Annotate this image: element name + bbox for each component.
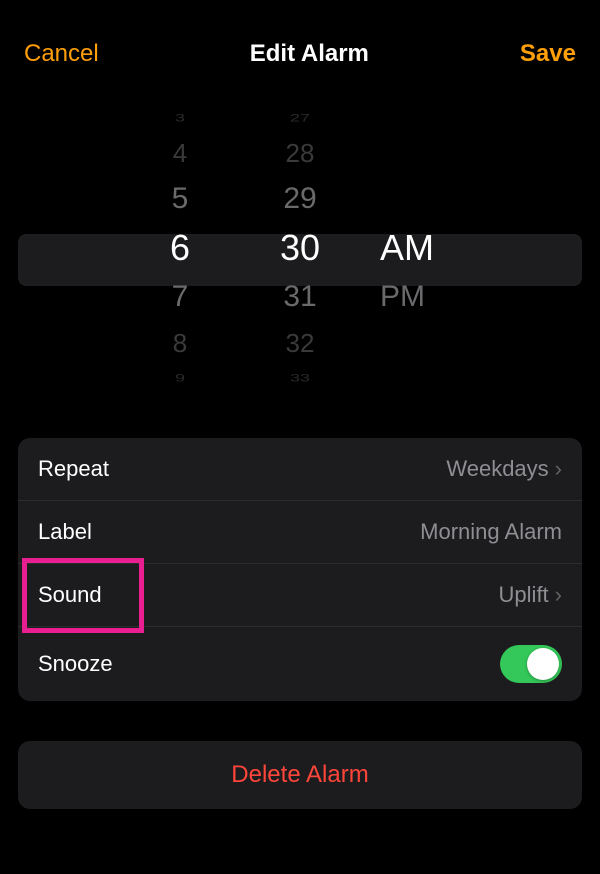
chevron-right-icon: › <box>555 582 562 608</box>
picker-hour-selected: 6 <box>170 222 190 274</box>
picker-minute-item: 29 <box>283 176 316 222</box>
label-value-group: Morning Alarm <box>420 519 562 545</box>
cancel-button[interactable]: Cancel <box>24 40 99 68</box>
chevron-right-icon: › <box>555 456 562 482</box>
sound-label: Sound <box>38 582 102 608</box>
picker-hour-item: 5 <box>172 176 189 222</box>
snooze-label: Snooze <box>38 651 113 677</box>
snooze-row: Snooze <box>18 627 582 701</box>
hour-picker[interactable]: 3 4 5 6 7 8 9 <box>140 98 220 398</box>
picker-minute-item: 32 <box>286 320 315 366</box>
label-label: Label <box>38 519 92 545</box>
picker-ampm-item: PM <box>380 274 460 320</box>
picker-columns: 3 4 5 6 7 8 9 27 28 29 30 31 32 33 AM PM <box>0 98 600 398</box>
time-picker[interactable]: 3 4 5 6 7 8 9 27 28 29 30 31 32 33 AM PM <box>0 98 600 398</box>
save-button[interactable]: Save <box>520 40 576 68</box>
alarm-settings-list: Repeat Weekdays › Label Morning Alarm So… <box>18 438 582 701</box>
ampm-picker[interactable]: AM PM <box>380 98 460 398</box>
page-title: Edit Alarm <box>250 40 369 68</box>
toggle-knob <box>527 648 559 680</box>
repeat-row[interactable]: Repeat Weekdays › <box>18 438 582 501</box>
sound-row[interactable]: Sound Uplift › <box>18 564 582 627</box>
label-row[interactable]: Label Morning Alarm <box>18 501 582 564</box>
picker-hour-item: 9 <box>175 371 185 385</box>
sound-value: Uplift <box>499 582 549 608</box>
picker-hour-item: 4 <box>173 130 187 176</box>
delete-alarm-button[interactable]: Delete Alarm <box>18 741 582 809</box>
picker-hour-item: 7 <box>172 274 189 320</box>
repeat-value-group: Weekdays › <box>446 456 562 482</box>
picker-ampm-selected: AM <box>380 222 460 274</box>
picker-minute-item: 33 <box>290 371 310 385</box>
label-value: Morning Alarm <box>420 519 562 545</box>
header: Cancel Edit Alarm Save <box>0 0 600 88</box>
repeat-label: Repeat <box>38 456 109 482</box>
picker-minute-item: 28 <box>286 130 315 176</box>
snooze-toggle[interactable] <box>500 645 562 683</box>
minute-picker[interactable]: 27 28 29 30 31 32 33 <box>260 98 340 398</box>
repeat-value: Weekdays <box>446 456 548 482</box>
picker-minute-item: 27 <box>290 111 310 125</box>
picker-hour-item: 8 <box>173 320 187 366</box>
picker-minute-item: 31 <box>283 274 316 320</box>
picker-minute-selected: 30 <box>280 222 320 274</box>
picker-hour-item: 3 <box>175 111 185 125</box>
sound-value-group: Uplift › <box>499 582 562 608</box>
